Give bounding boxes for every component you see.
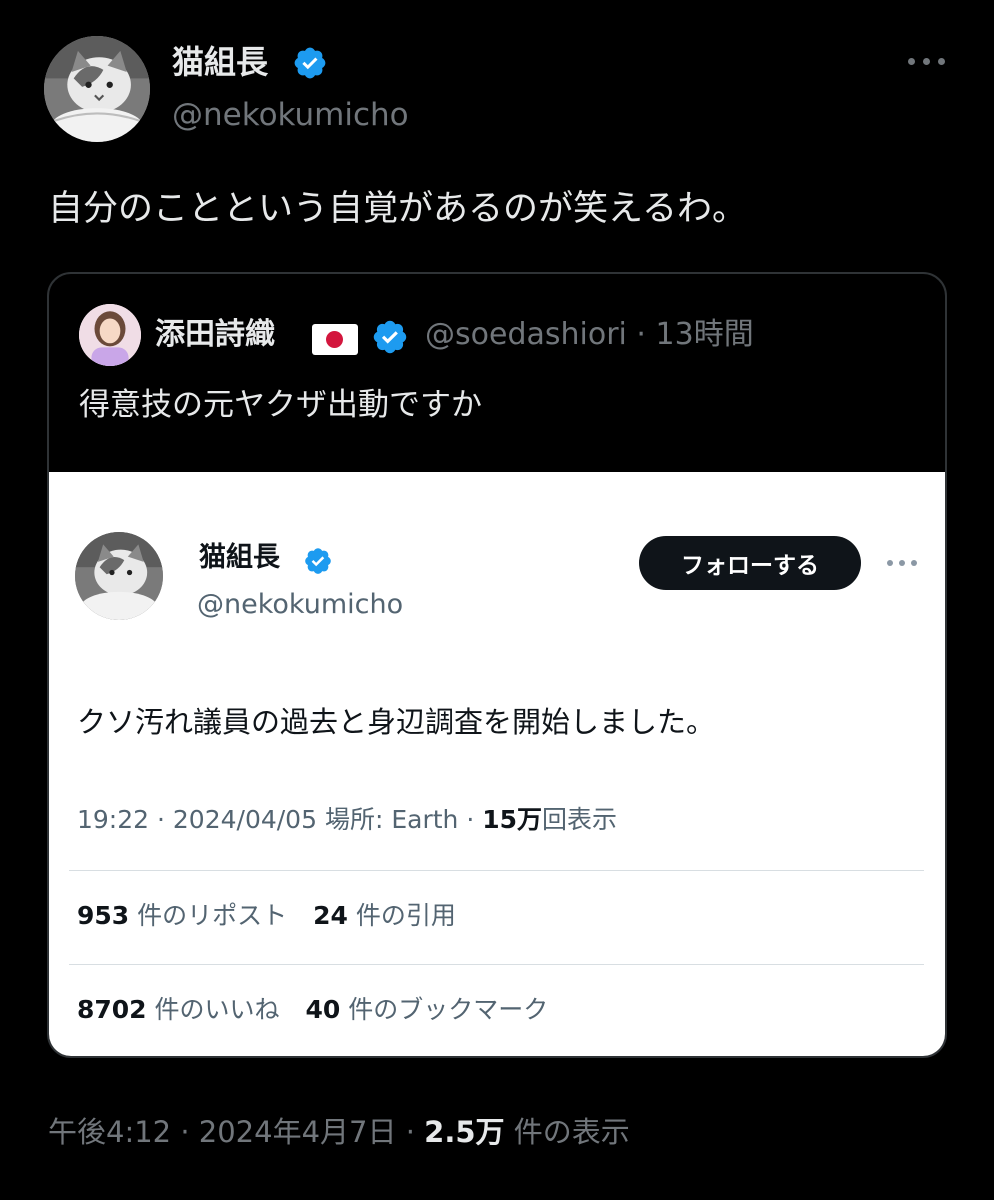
author-avatar[interactable]	[44, 36, 150, 142]
cat-photo	[44, 36, 150, 142]
embedded-tweet-text: クソ汚れ議員の過去と身辺調査を開始しました。	[77, 705, 716, 739]
cat-photo	[75, 532, 163, 620]
verified-badge-icon	[303, 546, 333, 576]
tweet-time[interactable]: 午後4:12	[48, 1115, 171, 1149]
meta-separator: ·	[636, 317, 646, 352]
quote-text: 得意技の元ヤクザ出動ですか	[79, 387, 482, 423]
divider	[69, 964, 924, 965]
author-name[interactable]: 猫組長	[172, 40, 268, 84]
more-options-icon	[883, 552, 921, 574]
bookmarks-stat: 40 件のブックマーク	[305, 995, 549, 1024]
quote-age[interactable]: 13時間	[656, 317, 754, 352]
embedded-date: 2024/04/05	[172, 805, 317, 834]
japan-flag-icon	[312, 324, 358, 355]
location-value: Earth	[391, 805, 459, 834]
quotes-stat: 24 件の引用	[313, 901, 456, 930]
embedded-views-label: 回表示	[542, 805, 618, 834]
tweet-date[interactable]: 2024年4月7日	[199, 1115, 397, 1149]
quote-author-name[interactable]: 添田詩織	[155, 314, 275, 356]
embedded-author-name: 猫組長	[199, 542, 280, 573]
meta-separator: ·	[157, 805, 165, 834]
tweet-text: 自分のことという自覚があるのが笑えるわ。	[48, 189, 747, 229]
meta-separator: ·	[180, 1115, 190, 1149]
embedded-author-avatar	[75, 532, 163, 620]
author-handle[interactable]: @nekokumicho	[172, 94, 409, 136]
more-options-icon[interactable]	[900, 44, 954, 78]
embedded-author-handle: @nekokumicho	[197, 589, 404, 620]
stats-row-reposts: 953 件のリポスト 24 件の引用	[77, 898, 474, 934]
verified-badge-icon	[292, 45, 328, 81]
meta-separator: ·	[466, 805, 475, 834]
reposts-stat: 953 件のリポスト	[77, 901, 288, 930]
verified-badge-icon	[371, 318, 409, 356]
quote-author-handle[interactable]: @soedashiori	[425, 317, 627, 352]
embedded-tweet-image[interactable]: 猫組長 @nekokumicho フォローする クソ汚れ議員の過去と身辺調査を開…	[49, 472, 945, 1056]
location-label: 場所:	[324, 805, 384, 834]
views-count[interactable]: 2.5万	[424, 1115, 504, 1149]
quoted-tweet-card[interactable]: 添田詩織 @soedashiori · 13時間 得意技の元ヤクザ出動ですか 猫…	[47, 272, 947, 1058]
likes-stat: 8702 件のいいね	[77, 995, 280, 1024]
embedded-views-count: 15万	[482, 805, 543, 834]
quote-meta: @soedashiori · 13時間	[425, 314, 754, 356]
embedded-tweet-meta: 19:22 · 2024/04/05 場所: Earth · 15万回表示	[77, 802, 617, 838]
person-photo	[79, 304, 141, 366]
meta-separator: ·	[405, 1115, 415, 1149]
embedded-time: 19:22	[77, 805, 150, 834]
divider	[69, 870, 924, 871]
views-label: 件の表示	[513, 1115, 630, 1149]
stats-row-likes: 8702 件のいいね 40 件のブックマーク	[77, 992, 566, 1028]
tweet-meta: 午後4:12 · 2024年4月7日 · 2.5万 件の表示	[48, 1110, 630, 1154]
quote-author-avatar[interactable]	[79, 304, 141, 366]
follow-button: フォローする	[639, 536, 861, 590]
